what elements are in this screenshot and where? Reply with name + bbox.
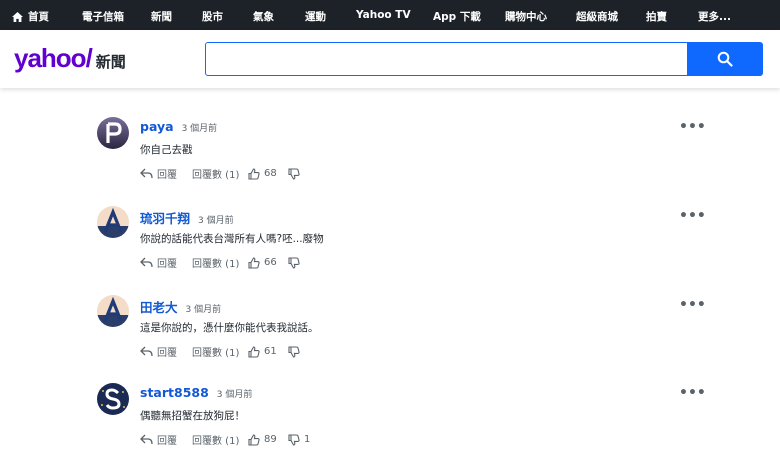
like-button[interactable]: 66 [248,256,288,269]
yahoo-logo-text: yahoo/ [14,43,93,73]
commenter-name-text: 田老大 [140,300,178,315]
replies-count-button[interactable]: 回覆數 (1) [192,344,248,359]
replies-count-button[interactable]: 回覆數 (1) [192,432,248,447]
nav-home[interactable]: 首頁 [12,9,49,24]
reply-label: 回覆 [157,259,177,270]
commenter-name[interactable]: 田老大 3 個月前 [140,297,221,316]
comment-actions: 回覆 回覆數 (1) 66 [140,255,304,270]
nav-auction[interactable]: 拍賣 [646,9,667,24]
comment-text: 偶聽無招蟹在放狗屁！ [140,410,245,422]
like-count: 66 [264,257,277,268]
comment-text: 這是你說的，憑什麼你能代表我說話。 [140,322,319,334]
nav-more[interactable]: 更多... [698,9,731,24]
replies-count-label: 回覆數 (1) [192,348,240,359]
nav-app-download[interactable]: App 下載 [433,9,481,24]
dislike-button[interactable] [288,256,304,269]
like-button[interactable]: 89 [248,433,288,446]
reply-icon [140,257,153,268]
home-icon [12,11,23,22]
search-button[interactable] [687,42,763,76]
yahoo-news-logo[interactable]: yahoo/ 新聞 [14,43,126,74]
header: yahoo/ 新聞 [0,30,780,88]
commenter-name-text: 琉羽千翔 [140,211,191,226]
like-count: 89 [264,434,277,445]
reply-icon [140,434,153,445]
comment-time: 3 個月前 [198,216,234,226]
more-options-icon[interactable]: ••• [679,297,706,313]
dislike-count: 1 [304,434,311,445]
like-count: 68 [264,168,277,179]
dislike-button[interactable] [288,167,304,180]
comment-item: 田老大 3 個月前 ••• 這是你說的，憑什麼你能代表我說話。 回覆 回覆數 (1… [97,295,706,375]
avatar[interactable] [97,117,129,149]
search-input[interactable] [205,42,688,76]
reply-button[interactable]: 回覆 [140,344,192,359]
thumbs-down-icon [288,433,300,446]
like-button[interactable]: 61 [248,345,288,358]
comment-text: 你自己去戳 [140,144,193,156]
reply-label: 回覆 [157,348,177,359]
thumbs-down-icon [288,345,300,358]
comment-item: 琉羽千翔 3 個月前 ••• 你說的話能代表台灣所有人嗎?呸...廢物 回覆 回覆… [97,206,706,286]
thumbs-up-icon [248,433,260,446]
reply-label: 回覆 [157,436,177,447]
comment-time: 3 個月前 [185,305,222,315]
top-nav: 首頁 電子信箱 新聞 股市 氣象 運動 Yahoo TV App 下載 購物中心… [0,0,780,33]
reply-button[interactable]: 回覆 [140,255,192,270]
commenter-name-text: paya [140,119,174,134]
nav-news[interactable]: 新聞 [151,9,172,33]
comment-item: start8588 3 個月前 ••• 偶聽無招蟹在放狗屁！ 回覆 回覆數 (1)… [97,383,706,463]
thumbs-up-icon [248,167,260,180]
avatar[interactable] [97,295,129,327]
comment-text: 你說的話能代表台灣所有人嗎?呸...廢物 [140,233,324,245]
replies-count-button[interactable]: 回覆數 (1) [192,255,248,270]
more-options-icon[interactable]: ••• [679,208,706,224]
nav-yahoo-tv[interactable]: Yahoo TV [356,9,411,21]
reply-button[interactable]: 回覆 [140,166,192,181]
more-options-icon[interactable]: ••• [679,119,706,135]
replies-count-label: 回覆數 (1) [192,436,240,447]
thumbs-down-icon [288,256,300,269]
like-button[interactable]: 68 [248,167,288,180]
reply-icon [140,168,153,179]
dislike-button[interactable]: 1 [288,433,311,446]
avatar[interactable] [97,383,129,415]
comment-time: 3 個月前 [216,390,253,400]
replies-count-label: 回覆數 (1) [192,170,240,181]
comment-actions: 回覆 回覆數 (1) 61 [140,344,304,359]
thumbs-down-icon [288,167,300,180]
replies-count-label: 回覆數 (1) [192,259,240,270]
more-options-icon[interactable]: ••• [679,385,706,401]
thumbs-up-icon [248,345,260,358]
comment-actions: 回覆 回覆數 (1) 68 [140,166,304,181]
nav-home-label: 首頁 [28,11,49,23]
replies-count-button[interactable]: 回覆數 (1) [192,166,248,181]
comment-time: 3 個月前 [181,124,218,134]
comment-item: paya 3 個月前 ••• 你自己去戳 回覆 回覆數 (1) 68 [97,117,706,197]
reply-icon [140,346,153,357]
like-count: 61 [264,346,277,357]
reply-label: 回覆 [157,170,177,181]
avatar[interactable] [97,206,129,238]
thumbs-up-icon [248,256,260,269]
reply-button[interactable]: 回覆 [140,432,192,447]
comment-actions: 回覆 回覆數 (1) 89 1 [140,432,310,447]
nav-mall[interactable]: 超級商城 [576,9,618,24]
nav-stocks[interactable]: 股市 [202,9,223,24]
commenter-name[interactable]: paya 3 個月前 [140,119,217,134]
dislike-button[interactable] [288,345,304,358]
nav-shopping[interactable]: 購物中心 [505,9,547,24]
nav-weather[interactable]: 氣象 [253,9,274,24]
nav-mail[interactable]: 電子信箱 [82,9,124,24]
commenter-name[interactable]: 琉羽千翔 3 個月前 [140,208,234,227]
commenter-name[interactable]: start8588 3 個月前 [140,385,252,400]
nav-sports[interactable]: 運動 [305,9,326,24]
search-icon [717,51,733,67]
logo-section-label: 新聞 [95,53,126,71]
commenter-name-text: start8588 [140,385,209,400]
